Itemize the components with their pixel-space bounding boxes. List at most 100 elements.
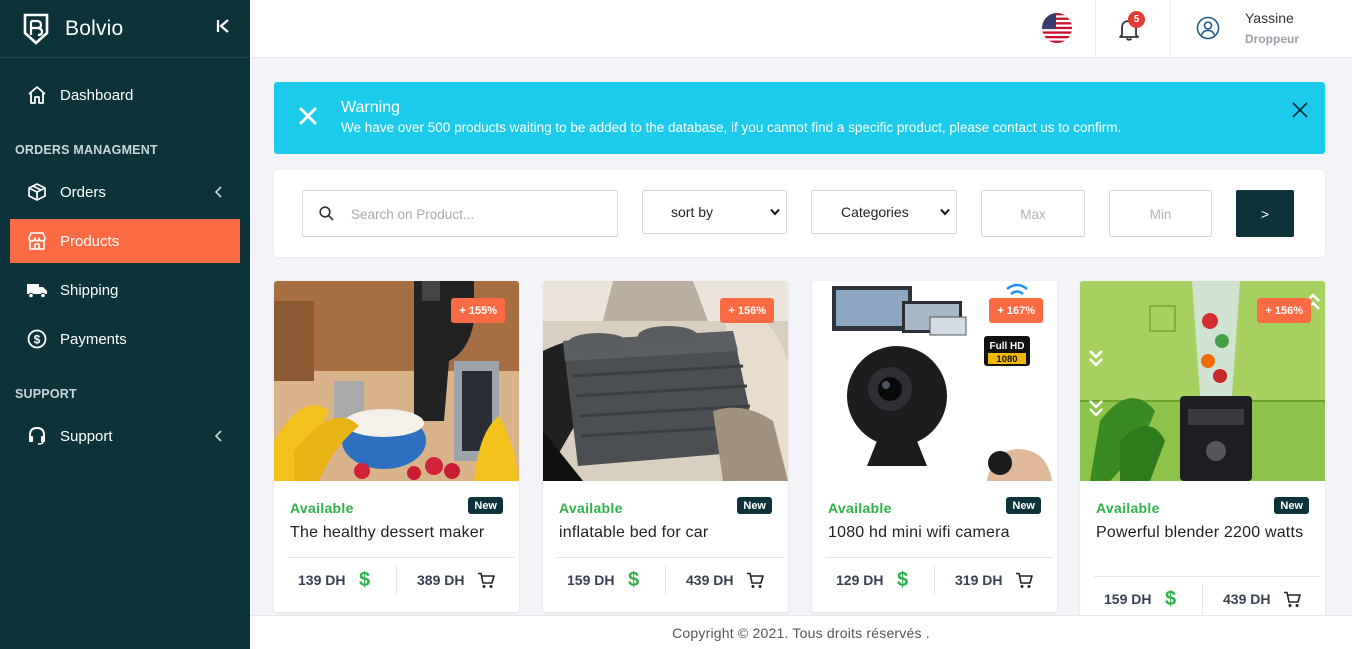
- categories-select-value: Categories: [841, 204, 909, 220]
- dollar-icon: $: [628, 569, 640, 591]
- buy-price: 159 DH: [567, 572, 615, 588]
- sell-price: 389 DH: [417, 572, 465, 588]
- product-filter-bar: sort by Categories >: [274, 170, 1325, 257]
- sidebar-item-label: Dashboard: [60, 86, 134, 104]
- max-price-box[interactable]: [981, 190, 1085, 237]
- warning-alert: Warning We have over 500 products waitin…: [274, 82, 1325, 154]
- dollar-circle-icon: $: [26, 328, 48, 350]
- product-image[interactable]: + 156%: [1080, 281, 1325, 481]
- chevron-left-icon: [214, 186, 222, 198]
- buy-price: 139 DH: [298, 572, 346, 588]
- new-badge: New: [1274, 497, 1309, 514]
- categories-select[interactable]: Categories: [811, 190, 957, 234]
- cart-icon[interactable]: [477, 572, 495, 589]
- sidebar-item-label: Orders: [60, 183, 106, 201]
- sidebar-item-shipping[interactable]: Shipping: [10, 268, 240, 312]
- product-title[interactable]: Powerful blender 2200 watts: [1096, 523, 1306, 542]
- sidebar-item-support[interactable]: Support: [10, 414, 240, 458]
- alert-message: We have over 500 products waiting to be …: [341, 120, 1122, 135]
- svg-text:Full HD: Full HD: [990, 341, 1025, 352]
- search-input[interactable]: [351, 203, 601, 225]
- store-icon: [26, 230, 48, 252]
- svg-text:1080: 1080: [996, 354, 1017, 365]
- sidebar-item-dashboard[interactable]: Dashboard: [10, 73, 240, 117]
- divider: [665, 565, 666, 595]
- new-badge: New: [468, 497, 503, 514]
- availability-status: Available: [290, 500, 354, 516]
- product-image[interactable]: + 156%: [543, 281, 788, 481]
- apply-filter-button[interactable]: >: [1236, 190, 1294, 237]
- product-title[interactable]: The healthy dessert maker: [290, 523, 500, 542]
- min-price-box[interactable]: [1109, 190, 1212, 237]
- margin-badge: + 156%: [720, 298, 774, 323]
- user-name[interactable]: Yassine: [1245, 10, 1294, 26]
- margin-badge: + 167%: [989, 298, 1043, 323]
- product-image[interactable]: Full HD 1080 + 167%: [812, 281, 1057, 481]
- section-title-support: SUPPORT: [15, 387, 77, 401]
- footer: Copyright © 2021. Tous droits réservés .: [250, 615, 1352, 649]
- divider: [396, 565, 397, 595]
- availability-status: Available: [1096, 500, 1160, 516]
- divider: [1095, 0, 1096, 58]
- product-card[interactable]: + 156% Available New Powerful blender 22…: [1080, 281, 1325, 621]
- divider: [1170, 0, 1171, 58]
- close-x-icon: [299, 107, 317, 125]
- sidebar-item-label: Payments: [60, 330, 127, 348]
- cart-icon[interactable]: [1015, 572, 1033, 589]
- divider: [826, 557, 1053, 558]
- dismiss-alert-icon[interactable]: [1291, 101, 1309, 119]
- user-role: Droppeur: [1245, 32, 1299, 46]
- top-bar: 5 Yassine Droppeur: [250, 0, 1352, 58]
- new-badge: New: [737, 497, 772, 514]
- chevron-down-icon: [770, 208, 780, 216]
- max-price-input[interactable]: [982, 203, 1084, 225]
- price-row: 139 DH $ 389 DH: [274, 559, 519, 603]
- search-box[interactable]: [302, 190, 618, 237]
- brand[interactable]: Bolvio: [0, 0, 250, 58]
- user-icon[interactable]: [1196, 16, 1220, 40]
- dollar-icon: $: [359, 569, 371, 591]
- brand-name: Bolvio: [65, 16, 124, 40]
- cart-icon[interactable]: [746, 572, 764, 589]
- sidebar-item-products[interactable]: Products: [10, 219, 240, 263]
- sell-price: 439 DH: [686, 572, 734, 588]
- min-price-input[interactable]: [1110, 203, 1211, 225]
- dollar-icon: $: [1165, 588, 1177, 610]
- chevron-down-icon: [940, 208, 950, 216]
- sort-select[interactable]: sort by: [642, 190, 787, 234]
- sell-price: 319 DH: [955, 572, 1003, 588]
- product-title[interactable]: 1080 hd mini wifi camera: [828, 523, 1038, 542]
- divider: [557, 557, 784, 558]
- sidebar-item-label: Products: [60, 232, 120, 250]
- sidebar-item-payments[interactable]: $ Payments: [10, 317, 240, 361]
- product-card[interactable]: Full HD 1080 + 167% Available New 1080 h…: [812, 281, 1057, 612]
- collapse-sidebar-icon[interactable]: [216, 19, 230, 33]
- truck-icon: [26, 279, 48, 301]
- alert-title: Warning: [341, 99, 400, 116]
- us-flag-icon[interactable]: [1042, 13, 1072, 43]
- divider: [1094, 576, 1321, 577]
- divider: [1202, 584, 1203, 614]
- box-icon: [26, 181, 48, 203]
- search-icon: [319, 206, 334, 221]
- notification-badge: 5: [1128, 11, 1145, 28]
- bolvio-logo-icon: [23, 13, 49, 45]
- product-image[interactable]: + 155%: [274, 281, 519, 481]
- chevron-left-icon: [214, 430, 222, 442]
- price-row: 159 DH $ 439 DH: [543, 559, 788, 603]
- sidebar-item-label: Shipping: [60, 281, 119, 299]
- headset-icon: [26, 425, 48, 447]
- cart-icon[interactable]: [1283, 591, 1301, 608]
- sidebar-item-orders[interactable]: Orders: [10, 170, 240, 214]
- sort-select-value: sort by: [671, 204, 714, 220]
- product-title[interactable]: inflatable bed for car: [559, 523, 769, 542]
- svg-text:$: $: [34, 333, 41, 347]
- sidebar: Bolvio Dashboard ORDERS MANAGMENT Orders…: [0, 0, 250, 649]
- home-icon: [26, 84, 48, 106]
- buy-price: 129 DH: [836, 572, 884, 588]
- divider: [288, 557, 515, 558]
- product-card[interactable]: + 156% Available New inflatable bed for …: [543, 281, 788, 612]
- dollar-icon: $: [897, 569, 909, 591]
- availability-status: Available: [828, 500, 892, 516]
- product-card[interactable]: + 155% Available New The healthy dessert…: [274, 281, 519, 612]
